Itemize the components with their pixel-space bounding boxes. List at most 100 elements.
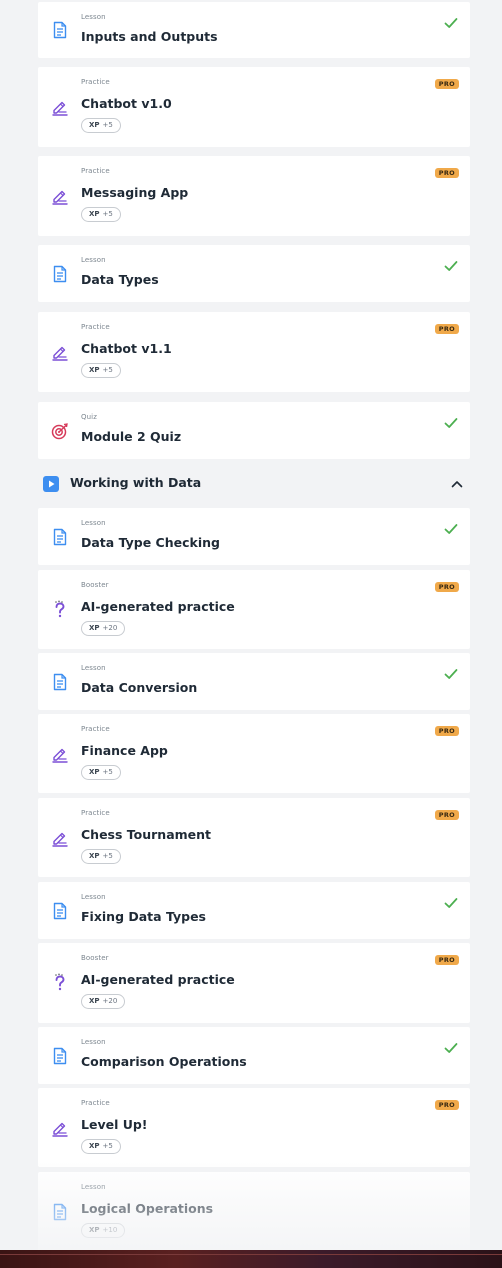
curriculum-item-level-up[interactable]: Practice Level Up! XP +5 PRO (38, 1088, 470, 1167)
pro-badge: PRO (434, 168, 459, 178)
item-title: Logical Operations (81, 1201, 214, 1216)
curriculum-item-inputs-and-outputs[interactable]: Lesson Inputs and Outputs (38, 2, 470, 58)
pro-badge: PRO (434, 726, 459, 736)
lesson-icon (50, 527, 70, 547)
item-kind: Booster (81, 581, 109, 589)
item-title: Chatbot v1.1 (81, 341, 172, 356)
check-icon (444, 257, 458, 271)
booster-question-icon (50, 600, 70, 620)
lesson-icon (50, 1046, 70, 1066)
practice-icon (50, 97, 70, 117)
item-title: Data Conversion (81, 680, 198, 695)
item-title: Finance App (81, 743, 168, 758)
lesson-icon (50, 20, 70, 40)
item-title: Level Up! (81, 1117, 148, 1132)
practice-icon (50, 828, 70, 848)
xp-value: +5 (102, 121, 113, 129)
curriculum-item-ai-generated-practice[interactable]: Booster AI-generated practice XP +20 PRO (38, 570, 470, 649)
xp-value: +5 (102, 210, 113, 218)
booster-question-icon (50, 973, 70, 993)
lesson-icon (50, 901, 70, 921)
left-gutter (0, 0, 38, 1250)
curriculum-item-data-type-checking[interactable]: Lesson Data Type Checking (38, 508, 470, 565)
curriculum-item-module-2-quiz[interactable]: Quiz Module 2 Quiz (38, 402, 470, 459)
curriculum-item-ai-generated-practice[interactable]: Booster AI-generated practice XP +20 PRO (38, 943, 470, 1023)
practice-icon (50, 1118, 70, 1138)
pro-badge: PRO (434, 810, 459, 820)
check-icon (444, 520, 458, 534)
curriculum-item-chatbot-v1-1[interactable]: Practice Chatbot v1.1 XP +5 PRO (38, 312, 470, 392)
xp-value: +20 (102, 997, 118, 1005)
item-kind: Lesson (81, 1038, 106, 1046)
curriculum-item-finance-app[interactable]: Practice Finance App XP +5 PRO (38, 714, 470, 793)
curriculum-item-messaging-app[interactable]: Practice Messaging App XP +5 PRO (38, 156, 470, 236)
xp-badge: XP +5 (81, 363, 121, 378)
item-title: Module 2 Quiz (81, 429, 182, 444)
xp-badge: XP +5 (81, 207, 121, 222)
xp-label: XP (89, 1226, 100, 1234)
lesson-icon (50, 1202, 70, 1222)
xp-value: +5 (102, 852, 113, 860)
pro-badge: PRO (434, 955, 459, 965)
curriculum-item-chess-tournament[interactable]: Practice Chess Tournament XP +5 PRO (38, 798, 470, 877)
lesson-icon (50, 672, 70, 692)
curriculum-item-comparison-operations[interactable]: Lesson Comparison Operations (38, 1027, 470, 1084)
curriculum-item-chatbot-v1-0[interactable]: Practice Chatbot v1.0 XP +5 PRO (38, 67, 470, 147)
item-kind: Booster (81, 954, 109, 962)
curriculum-item-logical-operations[interactable]: Lesson Logical Operations XP +10 (38, 1172, 470, 1252)
chevron-up-icon[interactable] (450, 476, 464, 490)
pro-badge: PRO (434, 324, 459, 334)
item-title: Data Type Checking (81, 535, 220, 550)
item-title: Data Types (81, 272, 159, 287)
check-icon (444, 665, 458, 679)
xp-label: XP (89, 768, 100, 776)
xp-badge: XP +10 (81, 1223, 126, 1238)
item-kind: Lesson (81, 1183, 106, 1191)
module-section-header[interactable]: Working with Data (38, 466, 470, 500)
play-icon (43, 476, 59, 492)
item-kind: Lesson (81, 893, 106, 901)
xp-value: +5 (102, 366, 113, 374)
item-title: Chess Tournament (81, 827, 212, 842)
item-kind: Practice (81, 725, 110, 733)
xp-badge: XP +20 (81, 621, 126, 636)
item-kind: Practice (81, 78, 110, 86)
xp-value: +20 (102, 624, 118, 632)
xp-label: XP (89, 366, 100, 374)
curriculum-item-data-conversion[interactable]: Lesson Data Conversion (38, 653, 470, 710)
xp-label: XP (89, 121, 100, 129)
practice-icon (50, 186, 70, 206)
xp-label: XP (89, 997, 100, 1005)
item-title: Inputs and Outputs (81, 29, 218, 44)
item-kind: Lesson (81, 13, 106, 21)
item-kind: Lesson (81, 664, 106, 672)
curriculum-item-fixing-data-types[interactable]: Lesson Fixing Data Types (38, 882, 470, 939)
curriculum-item-data-types[interactable]: Lesson Data Types (38, 245, 470, 302)
xp-value: +10 (102, 1226, 118, 1234)
practice-icon (50, 342, 70, 362)
xp-badge: XP +5 (81, 849, 121, 864)
check-icon (444, 894, 458, 908)
xp-badge: XP +5 (81, 1139, 121, 1154)
item-kind: Lesson (81, 256, 106, 264)
right-gutter (470, 0, 502, 1250)
check-icon (444, 14, 458, 28)
module-section-title: Working with Data (70, 475, 202, 490)
pro-badge: PRO (434, 79, 459, 89)
item-kind: Quiz (81, 413, 97, 421)
taskbar-strip (0, 1250, 502, 1268)
xp-value: +5 (102, 1142, 113, 1150)
xp-value: +5 (102, 768, 113, 776)
check-icon (444, 414, 458, 428)
check-icon (444, 1039, 458, 1053)
pro-badge: PRO (434, 1100, 459, 1110)
item-kind: Lesson (81, 519, 106, 527)
xp-badge: XP +5 (81, 118, 121, 133)
pro-badge: PRO (434, 582, 459, 592)
item-kind: Practice (81, 809, 110, 817)
item-title: Messaging App (81, 185, 189, 200)
item-title: AI-generated practice (81, 972, 235, 987)
xp-label: XP (89, 852, 100, 860)
lesson-icon (50, 264, 70, 284)
practice-icon (50, 744, 70, 764)
